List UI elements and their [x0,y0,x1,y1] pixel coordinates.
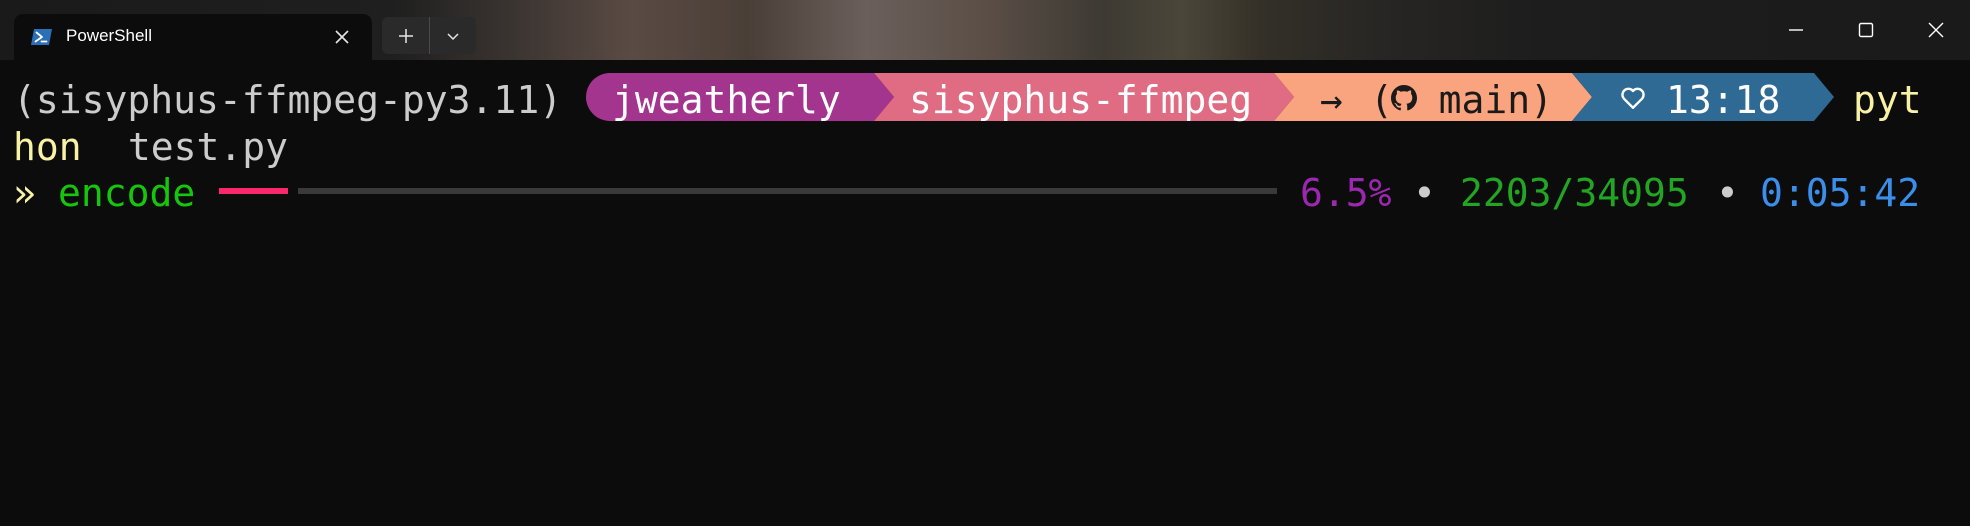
chevron-down-icon [447,32,459,40]
close-window-button[interactable] [1916,12,1956,48]
close-icon [1928,22,1944,38]
powershell-icon [31,29,52,45]
prompt-path: sisyphus-ffmpeg [909,78,1253,122]
separator-dot: • [1716,171,1739,215]
tab-powershell[interactable]: PowerShell [14,14,372,60]
prompt-time: 13:18 [1666,78,1781,122]
separator-dot: • [1413,171,1436,215]
title-bar: PowerShell [0,0,1970,60]
progress-elapsed: 0:05:42 [1760,171,1921,215]
progress-bar-fill [219,188,288,194]
command-text-part2: hon [13,125,82,169]
maximize-button[interactable] [1846,12,1886,48]
profile-dropdown-button[interactable] [429,17,476,54]
plus-icon [398,28,413,43]
tab-title: PowerShell [66,26,152,45]
command-text-part1: pyt [1853,78,1922,122]
progress-chevron: » [13,171,36,215]
new-tab-button[interactable] [382,17,429,54]
progress-bar-track [298,188,1277,194]
close-tab-icon[interactable] [332,27,352,47]
github-icon [1391,85,1417,111]
maximize-icon [1858,22,1874,38]
heart-icon [1621,87,1645,109]
progress-bar [219,188,1277,194]
command-text-part3: test.py [105,125,289,169]
git-arrow: → [1320,78,1343,122]
prompt-user: jweatherly [612,78,841,122]
venv-label: (sisyphus-ffmpeg-py3.11) [13,78,563,122]
progress-count: 2203/34095 [1460,171,1689,215]
minimize-icon [1789,29,1803,31]
tab-actions [382,17,476,54]
terminal-pane[interactable]: (sisyphus-ffmpeg-py3.11) jweatherly sisy… [0,60,1970,526]
minimize-button[interactable] [1776,12,1816,48]
progress-percent: 6.5% [1300,171,1392,215]
progress-label: encode [58,171,196,215]
